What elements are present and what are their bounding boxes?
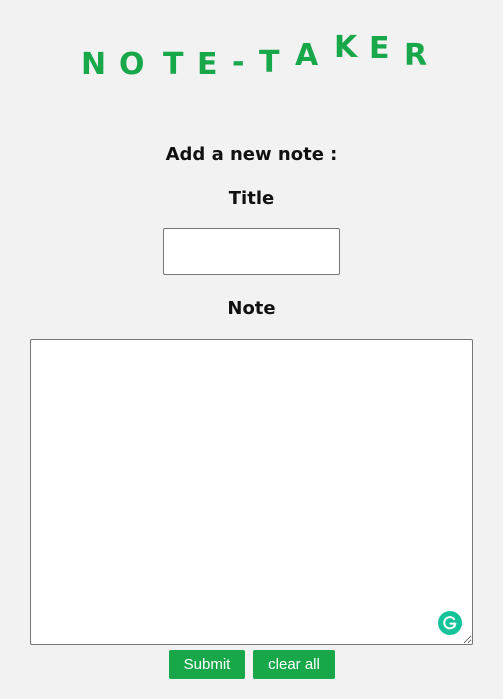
logo-letter: R — [404, 38, 428, 73]
logo-letter: E — [197, 47, 218, 82]
note-textarea[interactable] — [30, 339, 473, 645]
title-input[interactable] — [163, 228, 340, 275]
logo-letter: E — [369, 31, 390, 66]
note-label: Note — [227, 298, 276, 319]
title-label: Title — [228, 188, 275, 209]
logo-letter: O — [119, 47, 145, 82]
logo-letter: A — [295, 38, 319, 73]
logo-letter: K — [334, 30, 358, 65]
logo-letter: N — [81, 47, 107, 82]
note-taker-page: N O T E - T A K E R Add a new note : Tit… — [0, 0, 503, 699]
clear-all-button[interactable]: clear all — [253, 650, 335, 679]
app-logo: N O T E - T A K E R — [0, 0, 503, 100]
submit-button[interactable]: Submit — [169, 650, 245, 679]
logo-letter: T — [259, 45, 280, 80]
logo-letter: - — [232, 45, 245, 80]
grammarly-g-glyph — [443, 616, 457, 630]
grammarly-icon[interactable] — [438, 611, 462, 635]
logo-letter: T — [163, 47, 184, 82]
form-heading: Add a new note : — [165, 144, 338, 165]
